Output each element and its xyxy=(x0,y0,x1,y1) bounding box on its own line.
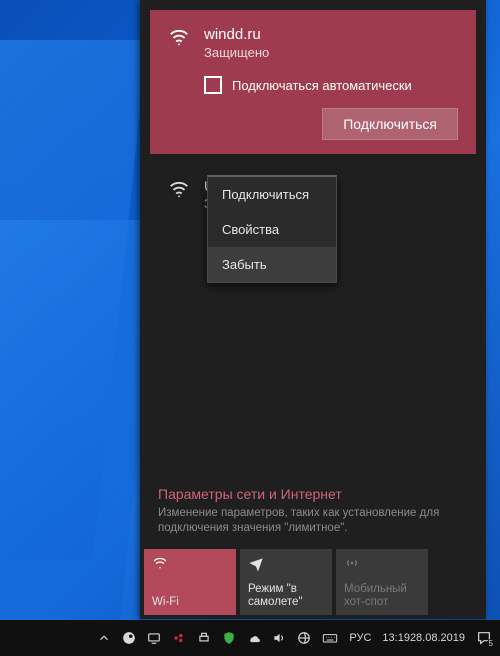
settings-description: Изменение параметров, таких как установл… xyxy=(140,504,486,549)
network-item-selected[interactable]: windd.ru Защищено Подключаться автоматич… xyxy=(150,10,476,154)
network-tray-icon[interactable] xyxy=(297,631,311,645)
language-indicator[interactable]: РУС xyxy=(349,632,371,644)
checkbox-icon[interactable] xyxy=(204,76,222,94)
notification-count: 5 xyxy=(487,639,495,648)
connect-button[interactable]: Подключиться xyxy=(322,108,458,140)
action-center-icon[interactable]: 5 xyxy=(476,630,492,646)
onedrive-icon[interactable] xyxy=(247,631,261,645)
auto-connect-label: Подключаться автоматически xyxy=(232,78,412,93)
wifi-icon xyxy=(168,178,190,211)
defender-icon[interactable] xyxy=(222,631,236,645)
settings-link[interactable]: Параметры сети и Интернет xyxy=(140,474,486,504)
monitor-icon[interactable] xyxy=(147,631,161,645)
printer-icon[interactable] xyxy=(197,631,211,645)
hotspot-icon xyxy=(344,555,420,571)
context-menu: Подключиться Свойства Забыть xyxy=(207,175,337,283)
taskbar: РУС 13:19 28.08.2019 5 xyxy=(0,620,500,656)
tile-wifi[interactable]: Wi-Fi xyxy=(144,549,236,615)
tile-airplane[interactable]: Режим "в самолете" xyxy=(240,549,332,615)
volume-icon[interactable] xyxy=(272,631,286,645)
tile-hotspot[interactable]: Мобильный хот-спот xyxy=(336,549,428,615)
keyboard-icon[interactable] xyxy=(322,630,338,646)
auto-connect-row[interactable]: Подключаться автоматически xyxy=(204,76,458,94)
tile-label: Мобильный хот-спот xyxy=(344,583,422,609)
clock-time: 13:19 xyxy=(382,632,410,645)
airplane-icon xyxy=(248,555,324,571)
tray-overflow-icon[interactable] xyxy=(97,631,111,645)
tile-label: Режим "в самолете" xyxy=(248,583,326,609)
ctx-item-properties[interactable]: Свойства xyxy=(208,212,336,247)
wifi-icon xyxy=(168,26,190,60)
quick-tiles: Wi-Fi Режим "в самолете" Мобильный хот-с… xyxy=(140,549,486,619)
clock-date: 28.08.2019 xyxy=(410,632,465,645)
tile-label: Wi-Fi xyxy=(152,596,230,609)
wifi-icon xyxy=(152,555,228,571)
clock[interactable]: 13:19 28.08.2019 xyxy=(382,632,465,645)
network-flyout: windd.ru Защищено Подключаться автоматич… xyxy=(140,0,486,619)
network-ssid: windd.ru xyxy=(204,26,269,43)
ctx-item-forget[interactable]: Забыть xyxy=(208,247,336,282)
network-status: Защищено xyxy=(204,45,269,60)
ctx-item-connect[interactable]: Подключиться xyxy=(208,177,336,212)
app-icon[interactable] xyxy=(172,631,186,645)
steam-icon[interactable] xyxy=(122,631,136,645)
